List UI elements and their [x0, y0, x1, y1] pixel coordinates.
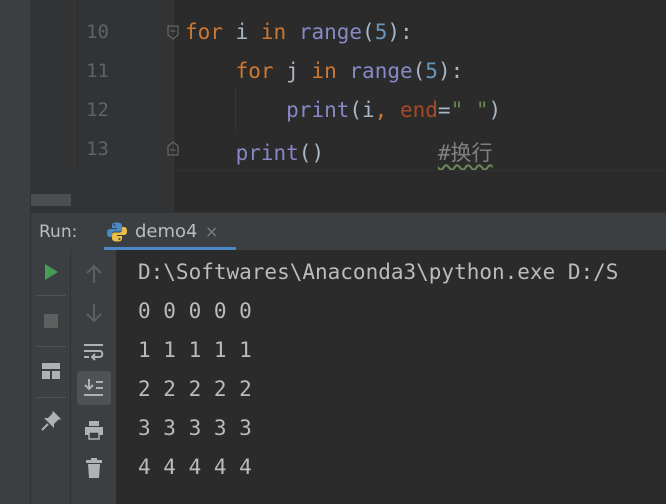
- code-token: range: [298, 20, 363, 44]
- console-line: 3 3 3 3 3: [138, 416, 252, 440]
- line-number: 10: [86, 21, 109, 43]
- scroll-to-end-icon: [84, 379, 103, 396]
- tab-label: demo4: [135, 221, 198, 242]
- code-token: (i: [349, 98, 375, 122]
- close-icon[interactable]: ×: [205, 222, 218, 241]
- run-right-toolbar: [71, 250, 117, 504]
- console-line: 4 4 4 4 4: [138, 455, 252, 479]
- code-token: #换行: [437, 141, 493, 165]
- code-editor[interactable]: 10 11 12 13 for i in range(5): for j in …: [31, 0, 666, 213]
- console-line: 0 0 0 0 0: [138, 299, 252, 323]
- code-token: (: [412, 59, 426, 83]
- up-arrow-icon[interactable]: [85, 264, 103, 284]
- run-icon[interactable]: [43, 263, 59, 281]
- code-token: i: [222, 20, 261, 44]
- console-line: 1 1 1 1 1: [138, 338, 252, 362]
- left-tool-strip: [0, 0, 31, 504]
- console-line: D:\Softwares\Anaconda3\python.exe D:/S: [138, 260, 619, 284]
- print-icon[interactable]: [84, 420, 104, 440]
- toolbar-separator: [36, 295, 66, 296]
- tab-demo4[interactable]: demo4 ×: [104, 213, 236, 251]
- console-line: 2 2 2 2 2: [138, 377, 252, 401]
- code-token: print: [286, 98, 350, 122]
- line-number: 13: [86, 138, 109, 160]
- code-token: 5: [425, 59, 438, 83]
- code-token: =: [437, 98, 451, 122]
- run-left-toolbar: [31, 250, 71, 504]
- toolbar-separator: [36, 397, 66, 398]
- code-token: j: [273, 59, 312, 83]
- fold-start-icon[interactable]: [167, 25, 179, 40]
- code-line[interactable]: for j in range(5):: [185, 59, 464, 83]
- scroll-to-end-button[interactable]: [77, 371, 111, 405]
- pin-icon[interactable]: [40, 410, 62, 432]
- code-line[interactable]: print(i, end=" "): [185, 98, 501, 122]
- code-token: ,: [374, 98, 400, 122]
- run-tool-window-header: Run: demo4 ×: [31, 212, 666, 251]
- code-token: for: [185, 20, 223, 44]
- fold-end-icon[interactable]: [167, 141, 179, 156]
- run-label: Run:: [39, 222, 78, 242]
- trash-icon[interactable]: [85, 457, 103, 479]
- line-number: 12: [86, 99, 109, 121]
- soft-wrap-icon[interactable]: [83, 342, 105, 362]
- code-line[interactable]: for i in range(5):: [185, 20, 413, 44]
- code-token: in: [311, 59, 337, 83]
- code-token: " ": [450, 98, 489, 122]
- code-token: ):: [387, 20, 413, 44]
- layout-icon[interactable]: [41, 362, 61, 380]
- code-token: print: [235, 141, 299, 165]
- code-token: 5: [374, 20, 388, 44]
- code-token: ):: [437, 59, 464, 83]
- code-token: range: [349, 59, 413, 83]
- code-token: (): [298, 141, 325, 165]
- code-token: ): [488, 98, 502, 122]
- code-token: for: [235, 59, 274, 83]
- code-token: in: [260, 20, 287, 44]
- python-icon: [107, 222, 127, 242]
- code-token: end: [399, 98, 438, 122]
- line-number: 11: [86, 60, 109, 82]
- code-line[interactable]: print() #换行: [185, 137, 493, 167]
- horizontal-scrollbar[interactable]: [31, 194, 71, 206]
- toolbar-separator: [36, 346, 66, 347]
- console-output[interactable]: D:\Softwares\Anaconda3\python.exe D:/S 0…: [117, 250, 666, 504]
- stop-icon[interactable]: [43, 313, 59, 329]
- down-arrow-icon[interactable]: [85, 303, 103, 323]
- code-token: (: [362, 20, 375, 44]
